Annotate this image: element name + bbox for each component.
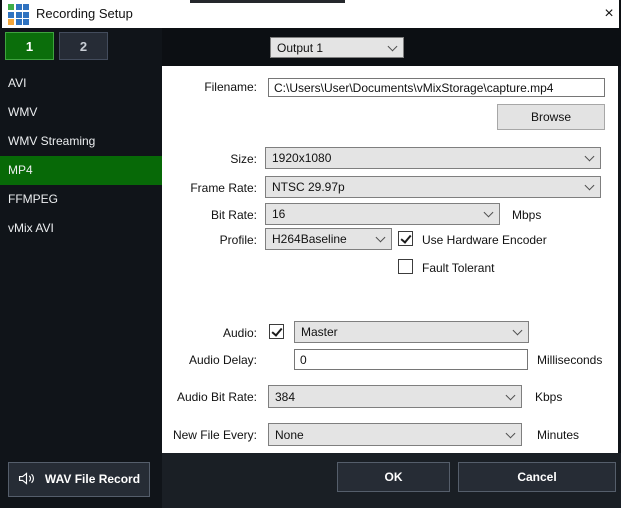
- new-file-every-select-value: None: [275, 428, 304, 442]
- chevron-down-icon: [585, 152, 595, 162]
- speaker-icon: [18, 471, 35, 486]
- profile-select-value: H264Baseline: [272, 232, 347, 246]
- audio-bit-rate-label: Audio Bit Rate:: [162, 390, 257, 404]
- chevron-down-icon: [376, 233, 386, 243]
- audio-delay-unit: Milliseconds: [537, 353, 602, 367]
- bit-rate-label: Bit Rate:: [162, 208, 257, 222]
- window-title: Recording Setup: [36, 6, 133, 21]
- ok-button[interactable]: OK: [337, 462, 450, 492]
- sidebar-item-wmv-streaming[interactable]: WMV Streaming: [0, 127, 162, 156]
- output-select[interactable]: Output 1: [270, 37, 404, 58]
- sidebar-item-wmv[interactable]: WMV: [0, 98, 162, 127]
- settings-panel: Filename: Browse Size: 1920x1080 Frame R…: [162, 66, 618, 453]
- frame-rate-label: Frame Rate:: [162, 181, 257, 195]
- audio-source-select-value: Master: [301, 325, 338, 339]
- audio-enabled-checkbox[interactable]: [269, 324, 284, 339]
- audio-bit-rate-select[interactable]: 384: [268, 385, 522, 408]
- audio-delay-label: Audio Delay:: [162, 353, 257, 367]
- background-window-edge: [190, 0, 345, 3]
- vmix-app-icon: [8, 4, 29, 25]
- tab-output-2[interactable]: 2: [59, 32, 108, 60]
- bit-rate-select[interactable]: 16: [265, 203, 500, 225]
- new-file-every-select[interactable]: None: [268, 423, 522, 446]
- frame-rate-select[interactable]: NTSC 29.97p: [265, 176, 601, 198]
- close-icon[interactable]: ×: [598, 3, 620, 25]
- chevron-down-icon: [506, 428, 516, 438]
- sidebar-item-avi[interactable]: AVI: [0, 69, 162, 98]
- sidebar-item-mp4[interactable]: MP4: [0, 156, 162, 185]
- wav-file-record-label: WAV File Record: [45, 472, 140, 486]
- chevron-down-icon: [513, 326, 523, 336]
- output-select-value: Output 1: [277, 41, 323, 55]
- bit-rate-select-value: 16: [272, 207, 285, 221]
- chevron-down-icon: [388, 41, 398, 51]
- frame-rate-select-value: NTSC 29.97p: [272, 180, 345, 194]
- size-select[interactable]: 1920x1080: [265, 147, 601, 169]
- sidebar-item-vmix-avi[interactable]: vMix AVI: [0, 214, 162, 243]
- new-file-every-unit: Minutes: [537, 428, 579, 442]
- format-list: AVI WMV WMV Streaming MP4 FFMPEG vMix AV…: [0, 69, 162, 243]
- fault-tolerant-label: Fault Tolerant: [422, 261, 495, 275]
- recording-setup-dialog: Recording Setup × 1 2 AVI WMV WMV Stream…: [0, 0, 621, 508]
- wav-file-record-button[interactable]: WAV File Record: [8, 462, 150, 497]
- filename-input[interactable]: [268, 78, 605, 97]
- new-file-every-label: New File Every:: [162, 428, 257, 442]
- audio-source-select[interactable]: Master: [294, 321, 529, 343]
- use-hardware-encoder-checkbox[interactable]: [398, 231, 413, 246]
- audio-bit-rate-unit: Kbps: [535, 390, 562, 404]
- size-label: Size:: [162, 152, 257, 166]
- chevron-down-icon: [585, 181, 595, 191]
- size-select-value: 1920x1080: [272, 151, 331, 165]
- profile-select[interactable]: H264Baseline: [265, 228, 392, 250]
- sidebar-item-ffmpeg[interactable]: FFMPEG: [0, 185, 162, 214]
- title-bar: Recording Setup ×: [0, 0, 621, 28]
- audio-bit-rate-select-value: 384: [275, 390, 295, 404]
- chevron-down-icon: [484, 208, 494, 218]
- tab-output-1[interactable]: 1: [5, 32, 54, 60]
- bit-rate-unit: Mbps: [512, 208, 541, 222]
- browse-button[interactable]: Browse: [497, 104, 605, 130]
- audio-label: Audio:: [162, 326, 257, 340]
- chevron-down-icon: [506, 390, 516, 400]
- profile-label: Profile:: [162, 233, 257, 247]
- fault-tolerant-checkbox[interactable]: [398, 259, 413, 274]
- audio-delay-input[interactable]: [294, 349, 528, 370]
- use-hardware-encoder-label: Use Hardware Encoder: [422, 233, 547, 247]
- filename-label: Filename:: [162, 80, 257, 94]
- cancel-button[interactable]: Cancel: [458, 462, 616, 492]
